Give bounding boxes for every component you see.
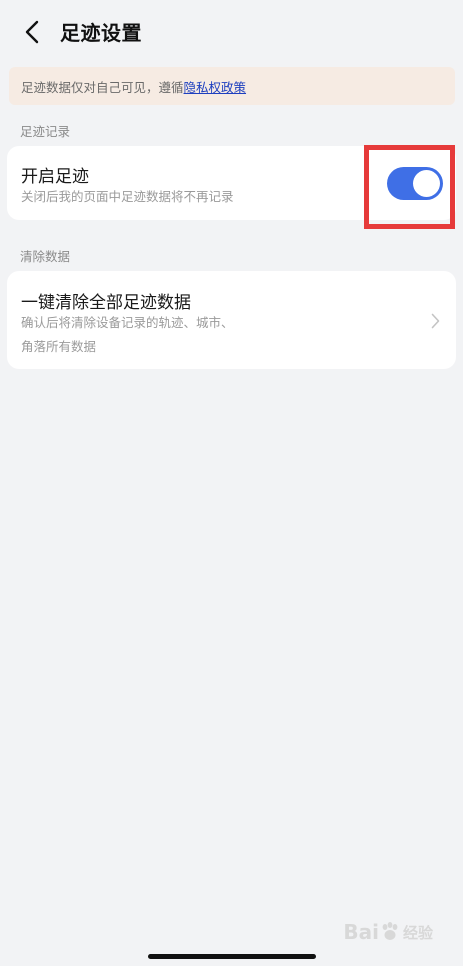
clear-all-footprint-row[interactable]: 一键清除全部足迹数据 确认后将清除设备记录的轨迹、城市、 角落所有数据 — [7, 271, 456, 369]
section-label-clear-data: 清除数据 — [20, 249, 71, 264]
baidu-watermark: Bai 经验 — [343, 920, 433, 944]
toggle-knob — [413, 170, 440, 197]
header: 足迹设置 — [0, 0, 463, 64]
privacy-notice-text: 足迹数据仅对自己可见，遵循 — [21, 79, 184, 95]
enable-footprint-description: 关闭后我的页面中足迹数据将不再记录 — [21, 189, 234, 204]
watermark-suffix: 经验 — [402, 923, 433, 942]
section-label-footprint-record: 足迹记录 — [20, 124, 71, 139]
chevron-right-icon — [431, 313, 440, 329]
clear-all-footprint-description-line1: 确认后将清除设备记录的轨迹、城市、 — [21, 315, 234, 330]
watermark-brand: Bai — [343, 920, 379, 944]
home-indicator[interactable] — [148, 954, 316, 959]
paw-icon — [382, 922, 398, 940]
enable-footprint-toggle[interactable] — [387, 167, 443, 200]
back-arrow-icon — [25, 20, 39, 44]
clear-all-footprint-description-line2: 角落所有数据 — [21, 339, 97, 354]
privacy-notice: 足迹数据仅对自己可见，遵循 隐私权政策 — [9, 67, 455, 105]
back-button[interactable] — [14, 14, 50, 50]
privacy-policy-link[interactable]: 隐私权政策 — [184, 77, 247, 96]
page-title: 足迹设置 — [60, 21, 142, 45]
